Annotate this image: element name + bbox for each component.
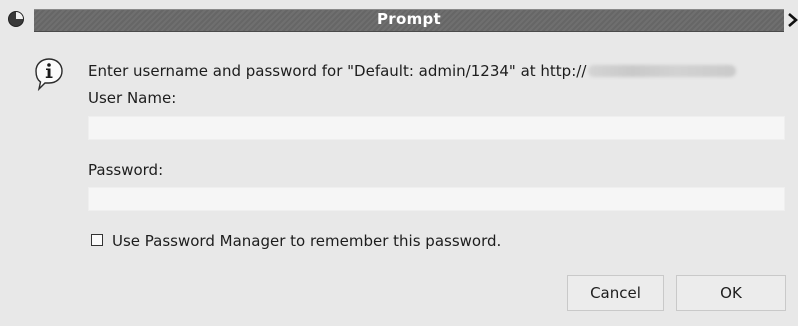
prompt-message: Enter username and password for "Default… xyxy=(88,62,737,80)
title-bar[interactable]: Prompt xyxy=(0,0,798,36)
window-title: Prompt xyxy=(376,10,442,28)
close-chevron-icon[interactable] xyxy=(787,11,798,29)
username-input[interactable] xyxy=(88,116,785,140)
cancel-button[interactable]: Cancel xyxy=(567,275,664,311)
prompt-message-text: Enter username and password for "Default… xyxy=(88,62,587,80)
remember-password-label[interactable]: Use Password Manager to remember this pa… xyxy=(112,232,501,250)
remember-password-checkbox[interactable] xyxy=(91,234,103,246)
ok-button[interactable]: OK xyxy=(676,275,786,311)
username-label: User Name: xyxy=(88,89,177,107)
window-menu-icon[interactable] xyxy=(7,10,25,28)
prompt-dialog: Prompt Enter username and password for "… xyxy=(0,0,798,326)
info-icon xyxy=(35,58,63,91)
redacted-host xyxy=(588,65,737,77)
password-input[interactable] xyxy=(88,187,785,211)
password-label: Password: xyxy=(88,161,164,179)
